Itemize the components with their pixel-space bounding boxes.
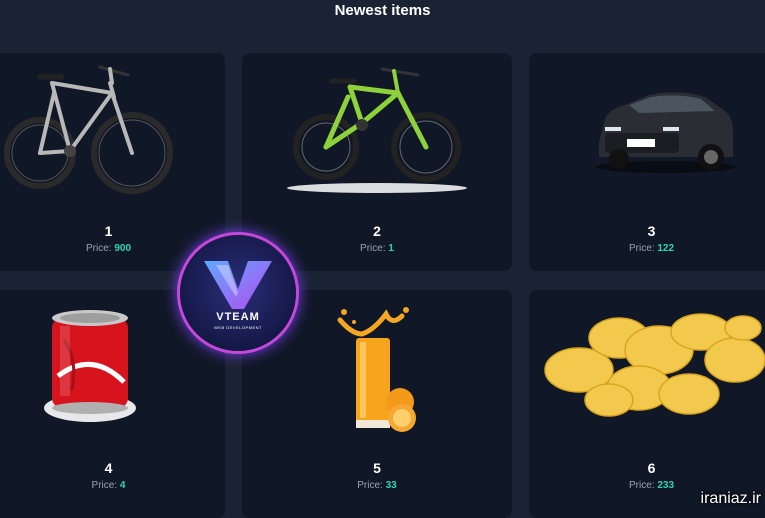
price-value: 233 bbox=[657, 480, 675, 491]
bicycle-image bbox=[0, 53, 225, 213]
logo-wordmark: VTEAM bbox=[216, 311, 260, 323]
item-title: 6 bbox=[647, 460, 656, 476]
v-logo-icon bbox=[204, 261, 272, 309]
price-value: 900 bbox=[114, 243, 132, 254]
price-label: Price: bbox=[85, 243, 112, 254]
price-label: Price: bbox=[91, 480, 118, 491]
price-label: Price: bbox=[357, 480, 383, 491]
section-title: Newest items bbox=[334, 2, 431, 19]
potato-chips-image bbox=[529, 290, 765, 450]
price-value: 122 bbox=[657, 243, 675, 254]
item-price: Price: 122 bbox=[529, 243, 765, 254]
item-card-6[interactable]: 6 Price: 233 bbox=[529, 290, 765, 518]
price-label: Price: bbox=[628, 480, 655, 491]
logo-subtitle: WEB DEVELOPMENT bbox=[214, 325, 262, 330]
price-label: Price: bbox=[628, 243, 655, 254]
item-title: 3 bbox=[647, 223, 656, 239]
item-card-3[interactable]: 3 Price: 122 bbox=[529, 53, 765, 271]
item-title: 5 bbox=[373, 460, 381, 476]
price-value: 33 bbox=[385, 480, 397, 491]
watermark-text: iraniaz.ir bbox=[700, 490, 761, 507]
car-image bbox=[529, 53, 765, 213]
item-price: Price: 4 bbox=[0, 480, 225, 491]
item-price: Price: 33 bbox=[242, 480, 512, 491]
bicycle-image bbox=[242, 53, 512, 213]
price-label: Price: bbox=[360, 243, 386, 254]
item-title: 4 bbox=[104, 460, 113, 476]
price-value: 4 bbox=[119, 480, 126, 491]
vteam-logo: VTEAM WEB DEVELOPMENT bbox=[180, 235, 296, 351]
price-value: 1 bbox=[388, 243, 394, 254]
